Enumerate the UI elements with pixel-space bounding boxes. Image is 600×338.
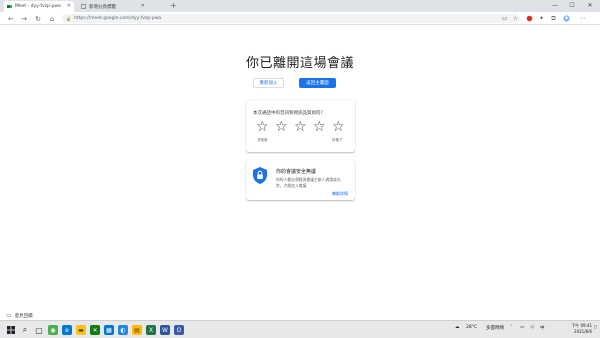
feedback-question: 本次通話中的音訊和視訊品質如何? [253, 111, 323, 116]
forward-button[interactable]: → [19, 13, 29, 24]
report-issue-link[interactable]: ▭ 意見回饋 [6, 312, 33, 319]
close-window-button[interactable]: ✕ [583, 0, 597, 11]
tab-title: Meet - dyy-fvzp-pwa [15, 4, 61, 9]
meet-favicon-icon [7, 4, 12, 9]
security-card: 你的會議安全無虞 你的人都必須經過會議主辦人邀請或允許，才能加入會議 瞭解詳情 [246, 160, 355, 200]
network-icon[interactable]: ▭ [520, 325, 524, 330]
tab-new[interactable]: 新增分頁標籤 ✕ [78, 1, 148, 12]
weather-icon[interactable]: ☁ [455, 325, 460, 330]
maximize-button[interactable]: ☐ [565, 0, 579, 11]
edge-app-icon[interactable]: e [62, 325, 72, 335]
feedback-card: 本次通話中的音訊和視訊品質如何? ☆ ☆ ☆ ☆ ☆ 非常差 好極了 [246, 100, 355, 152]
outlook-icon[interactable]: O [174, 325, 184, 335]
star-5-icon[interactable]: ☆ [332, 120, 345, 134]
url-text: https://meet.google.com/dyy-fvzp-pwa [73, 16, 162, 21]
newtab-favicon-icon [81, 4, 86, 9]
return-home-button[interactable]: 返回主畫面 [299, 78, 336, 88]
weather-temp[interactable]: 28°C [466, 325, 477, 330]
tab-title: 新增分頁標籤 [89, 4, 116, 10]
sticky-notes-icon[interactable]: ▤ [132, 325, 142, 335]
minimize-button[interactable]: — [548, 0, 562, 11]
excel-icon[interactable]: X [146, 325, 156, 335]
close-tab-icon[interactable]: ✕ [141, 3, 145, 9]
profile-avatar[interactable] [562, 14, 571, 23]
favorite-star-icon[interactable]: ☆ [511, 14, 520, 23]
reload-button[interactable]: ↻ [33, 13, 43, 24]
ime-icon[interactable]: 中 [540, 325, 545, 331]
browser-toolbar: ← → ↻ ⌂ 🔒 https://meet.google.com/dyy-fv… [0, 12, 600, 25]
back-button[interactable]: ← [6, 13, 16, 24]
search-icon[interactable]: ⌕ [20, 324, 30, 336]
tray-chevron-icon[interactable]: ˄ [510, 325, 512, 330]
learn-more-link[interactable]: 瞭解詳情 [332, 191, 348, 197]
star-3-icon[interactable]: ☆ [294, 120, 307, 134]
clock-date: 2021/8/6 [574, 329, 592, 334]
volume-icon[interactable]: ◁ [530, 325, 533, 330]
windows-taskbar: ⌕ ▢ ◉ e ▬ ✕ ▦ ◐ ▤ X W O ☁ 28°C 多雲時晴 ˄ ▭ … [0, 320, 600, 338]
task-view-icon[interactable]: ▢ [34, 324, 44, 336]
star-4-icon[interactable]: ☆ [313, 120, 326, 134]
more-menu-icon[interactable]: ⋯ [578, 14, 587, 23]
home-browser-button[interactable]: ⌂ [47, 13, 57, 24]
weather-desc[interactable]: 多雲時晴 [486, 325, 504, 331]
start-icon[interactable] [6, 324, 16, 336]
new-tab-button[interactable]: + [170, 1, 177, 11]
tab-meet[interactable]: Meet - dyy-fvzp-pwa ✕ [4, 1, 74, 12]
notification-icon[interactable]: ▯ [594, 325, 596, 330]
tab-strip: Meet - dyy-fvzp-pwa ✕ 新增分頁標籤 ✕ + — ☐ ✕ [0, 0, 600, 12]
puzzle-icon[interactable]: ✦ [537, 14, 546, 23]
shield-lock-icon [253, 167, 267, 184]
camera-icon[interactable]: ▭ [500, 14, 509, 23]
page-title: 你已離開這場會議 [245, 56, 354, 71]
extension-icon[interactable] [525, 14, 534, 23]
file-explorer-icon[interactable]: ▬ [76, 325, 86, 335]
word-icon[interactable]: W [160, 325, 170, 335]
address-bar[interactable]: 🔒 https://meet.google.com/dyy-fvzp-pwa [62, 14, 520, 23]
feedback-icon: ▭ [6, 312, 12, 319]
clock[interactable]: 下午 09:41 2021/8/6 [560, 323, 592, 335]
star-2-icon[interactable]: ☆ [275, 120, 288, 134]
collections-icon[interactable]: ⧉ [549, 14, 558, 23]
store-icon[interactable]: ▦ [104, 325, 114, 335]
security-description: 你的人都必須經過會議主辦人邀請或允許，才能加入會議 [276, 177, 341, 188]
rating-high-label: 好極了 [332, 138, 343, 142]
rating-low-label: 非常差 [257, 138, 268, 142]
rejoin-button[interactable]: 重新加入 [253, 78, 284, 88]
xbox-icon[interactable]: ✕ [90, 325, 100, 335]
lock-icon: 🔒 [66, 16, 71, 21]
close-tab-icon[interactable]: ✕ [67, 3, 71, 9]
star-1-icon[interactable]: ☆ [256, 120, 269, 134]
report-label: 意見回饋 [14, 313, 33, 319]
edge-browser-icon[interactable]: ◐ [118, 325, 128, 335]
security-title: 你的會議安全無虞 [276, 169, 317, 175]
chrome-app-icon[interactable]: ◉ [48, 325, 58, 335]
